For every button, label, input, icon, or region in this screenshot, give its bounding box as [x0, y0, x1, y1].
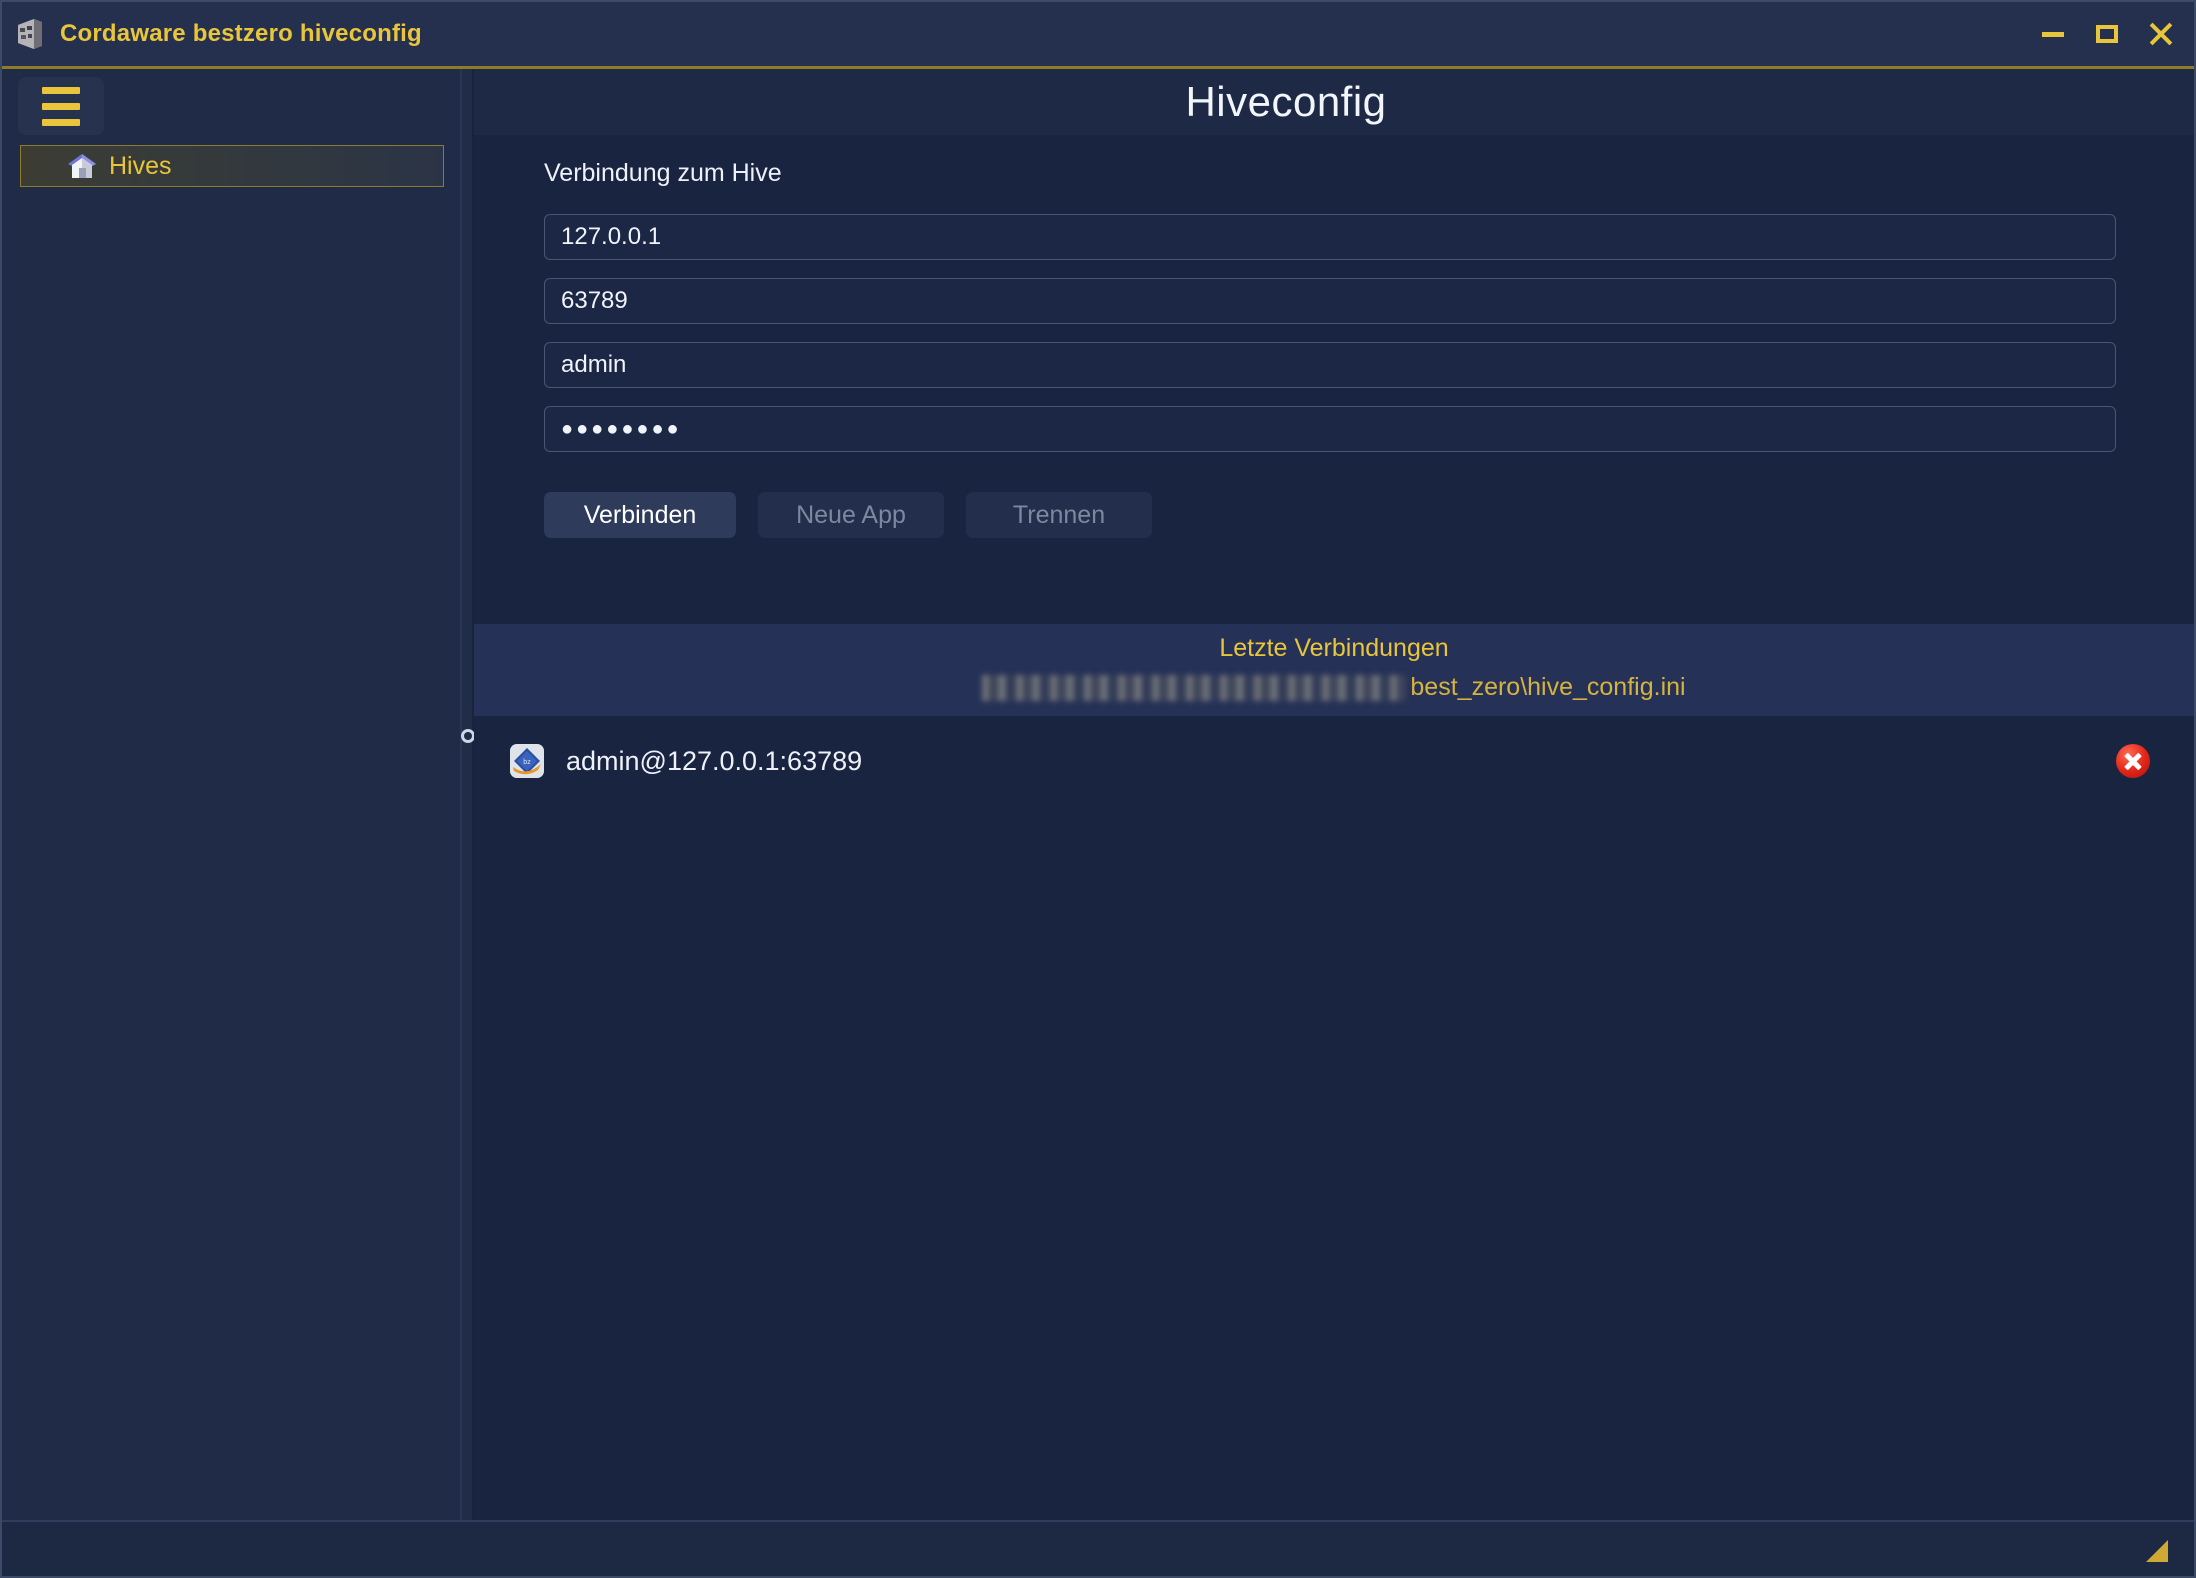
new-app-button[interactable]: Neue App — [758, 492, 944, 538]
user-field-value: admin — [561, 351, 627, 378]
password-field[interactable]: ●●●●●●●● — [544, 406, 2116, 452]
sidebar-item-label: Hives — [109, 151, 172, 180]
config-path-suffix: best_zero\hive_config.ini — [1410, 673, 1686, 701]
form-section-label: Verbindung zum Hive — [544, 159, 782, 187]
sidebar-splitter[interactable] — [460, 69, 475, 1520]
connection-label: admin@127.0.0.1:63789 — [566, 745, 863, 776]
statusbar — [2, 1520, 2194, 1576]
hamburger-menu-button[interactable] — [18, 77, 104, 135]
book-icon — [16, 19, 44, 49]
main-header: Hiveconfig — [474, 69, 2194, 135]
house-icon — [67, 153, 97, 179]
hamburger-icon-bar-2 — [42, 102, 80, 110]
minimize-icon — [2042, 31, 2064, 37]
body: Hives Hiveconfig Verbindung zum Hive 127… — [2, 69, 2194, 1520]
disconnect-button[interactable]: Trennen — [966, 492, 1152, 538]
app-globe-icon: bz — [510, 744, 544, 778]
recent-connections-list: bz admin@127.0.0.1:63789 — [474, 734, 2194, 788]
delete-icon[interactable] — [2116, 744, 2150, 778]
password-field-value: ●●●●●●●● — [561, 417, 682, 440]
host-field-value: 127.0.0.1 — [561, 223, 662, 250]
minimize-button[interactable] — [2026, 7, 2080, 61]
recent-connections-title: Letzte Verbindungen — [1219, 634, 1449, 662]
list-item[interactable]: bz admin@127.0.0.1:63789 — [510, 734, 2166, 788]
window-title: Cordaware bestzero hiveconfig — [60, 20, 422, 47]
port-field-value: 63789 — [561, 287, 628, 314]
connection-form: Verbindung zum Hive 127.0.0.1 63789 admi… — [474, 135, 2194, 538]
resize-grip-icon[interactable] — [2146, 1540, 2168, 1562]
sidebar: Hives — [2, 69, 460, 1520]
action-buttons: Verbinden Neue App Trennen — [544, 492, 2116, 538]
page-title: Hiveconfig — [1185, 78, 1387, 125]
recent-connections-panel: Letzte Verbindungen best_zero\hive_confi… — [474, 624, 2194, 716]
connection-info: bz admin@127.0.0.1:63789 — [510, 744, 862, 778]
titlebar: Cordaware bestzero hiveconfig — [2, 2, 2194, 66]
connect-button[interactable]: Verbinden — [544, 492, 736, 538]
splitter-handle-icon[interactable] — [461, 729, 475, 743]
hamburger-icon-bar-3 — [42, 118, 80, 126]
app-window: Cordaware bestzero hiveconfig Hives Hive… — [0, 0, 2196, 1578]
close-icon — [2148, 21, 2174, 47]
hamburger-icon-bar-1 — [42, 86, 80, 94]
close-button[interactable] — [2134, 7, 2188, 61]
window-controls — [2026, 7, 2188, 61]
maximize-icon — [2096, 25, 2118, 43]
main-content: Verbindung zum Hive 127.0.0.1 63789 admi… — [474, 135, 2194, 1520]
main-panel: Hiveconfig Verbindung zum Hive 127.0.0.1… — [474, 69, 2194, 1520]
menu-button-wrap — [2, 69, 460, 135]
maximize-button[interactable] — [2080, 7, 2134, 61]
port-field[interactable]: 63789 — [544, 278, 2116, 324]
host-field[interactable]: 127.0.0.1 — [544, 214, 2116, 260]
recent-config-path: best_zero\hive_config.ini — [474, 673, 2194, 702]
redacted-path-segment — [982, 674, 1407, 701]
sidebar-item-hives[interactable]: Hives — [20, 145, 444, 187]
user-field[interactable]: admin — [544, 342, 2116, 388]
sidebar-nav: Hives — [2, 145, 460, 187]
svg-text:bz: bz — [523, 759, 531, 766]
